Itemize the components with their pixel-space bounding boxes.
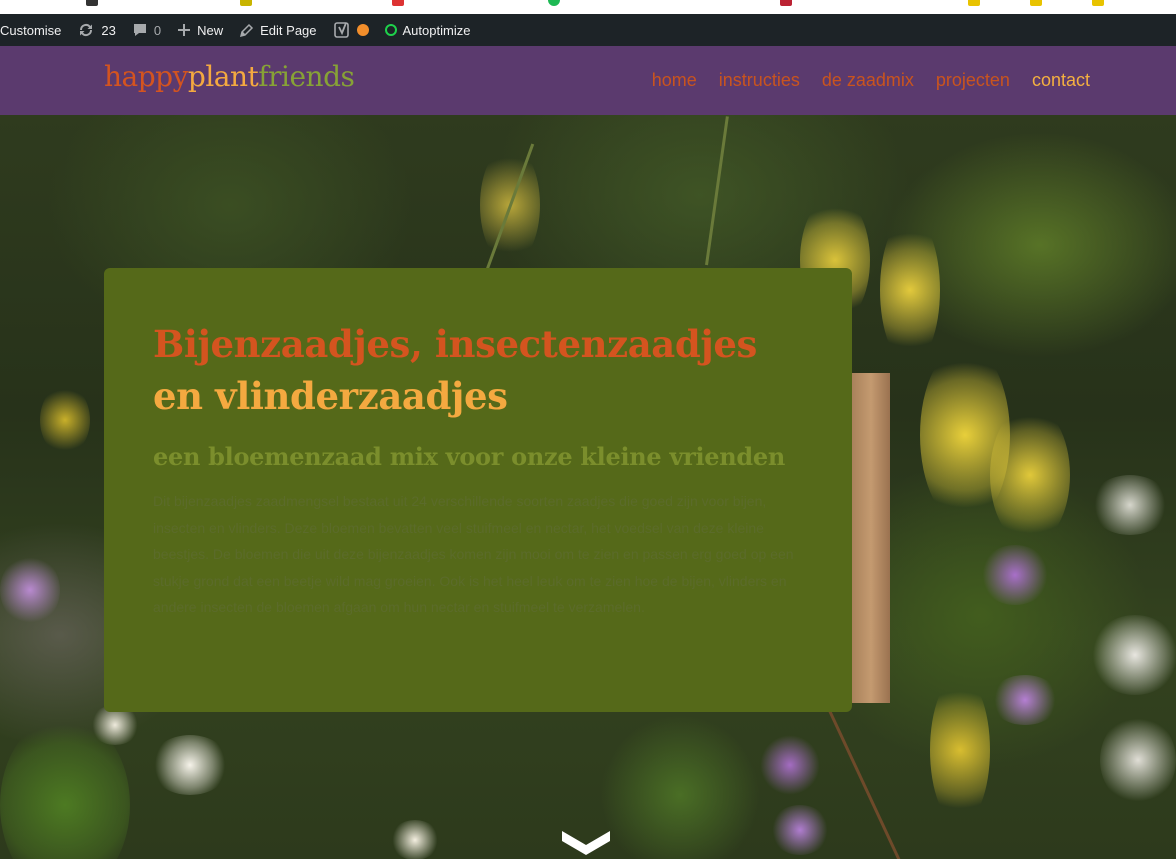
autoptimize-label: Autoptimize — [402, 22, 471, 38]
bookmarks-bar — [0, 0, 1176, 14]
nav-instructies[interactable]: instructies — [719, 70, 800, 91]
logo-part-plant: plant — [187, 60, 259, 93]
edit-page-label: Edit Page — [260, 22, 317, 38]
nav-contact[interactable]: contact — [1032, 70, 1090, 91]
comment-icon — [132, 22, 148, 38]
autoptimize-menu[interactable]: Autoptimize — [377, 14, 479, 46]
hero-section: Bijenzaadjes, insectenzaadjes en vlinder… — [0, 115, 1176, 859]
logo-part-happy: happy — [104, 60, 188, 93]
pencil-icon — [239, 23, 254, 38]
comments-link[interactable]: 0 — [124, 14, 169, 46]
wp-admin-bar: Customise 23 0 New Edit Page Autoptimize — [0, 14, 1176, 46]
hero-body-text: Dit bijenzaadjes zaadmengsel bestaat uit… — [153, 493, 794, 615]
updates-icon — [77, 22, 95, 38]
hero-content-card: Bijenzaadjes, insectenzaadjes en vlinder… — [104, 268, 852, 712]
yoast-menu[interactable] — [325, 14, 377, 46]
edit-page-link[interactable]: Edit Page — [231, 14, 324, 46]
customise-link[interactable]: Customise — [0, 14, 69, 46]
new-content-link[interactable]: New — [169, 14, 231, 46]
new-label: New — [197, 22, 224, 38]
bookmark-icon[interactable] — [392, 0, 404, 6]
bookmark-icon[interactable] — [1092, 0, 1104, 6]
bookmark-icon[interactable] — [86, 0, 98, 6]
hero-title: Bijenzaadjes, insectenzaadjes en vlinder… — [153, 318, 813, 422]
updates-count: 23 — [101, 22, 116, 38]
bookmark-icon[interactable] — [968, 0, 980, 6]
nav-projecten[interactable]: projecten — [936, 70, 1010, 91]
logo-part-friends: friends — [258, 60, 355, 93]
autoptimize-status-icon — [384, 24, 397, 36]
scroll-down-icon[interactable] — [560, 827, 612, 857]
yoast-icon — [333, 21, 351, 39]
hero-title-line-1: Bijenzaadjes, insectenzaadjes — [153, 322, 757, 366]
plus-icon — [177, 23, 191, 37]
comments-count: 0 — [153, 22, 162, 38]
bookmark-icon[interactable] — [548, 0, 560, 6]
hero-title-line-2: en vlinderzaadjes — [153, 374, 508, 418]
nav-home[interactable]: home — [652, 70, 697, 91]
nav-de-zaadmix[interactable]: de zaadmix — [822, 70, 914, 91]
site-header: happyplantfriends home instructies de za… — [0, 46, 1176, 115]
hero-subtitle: een bloemenzaad mix voor onze kleine vri… — [153, 442, 785, 471]
paper-bag — [852, 373, 890, 703]
main-nav: home instructies de zaadmix projecten co… — [652, 70, 1090, 91]
bookmark-icon[interactable] — [240, 0, 252, 6]
bookmark-icon[interactable] — [780, 0, 792, 6]
seo-score-indicator — [356, 24, 369, 36]
bookmark-icon[interactable] — [1030, 0, 1042, 6]
updates-link[interactable]: 23 — [69, 14, 123, 46]
site-logo[interactable]: happyplantfriends — [104, 60, 355, 93]
customise-label: Customise — [0, 22, 62, 38]
